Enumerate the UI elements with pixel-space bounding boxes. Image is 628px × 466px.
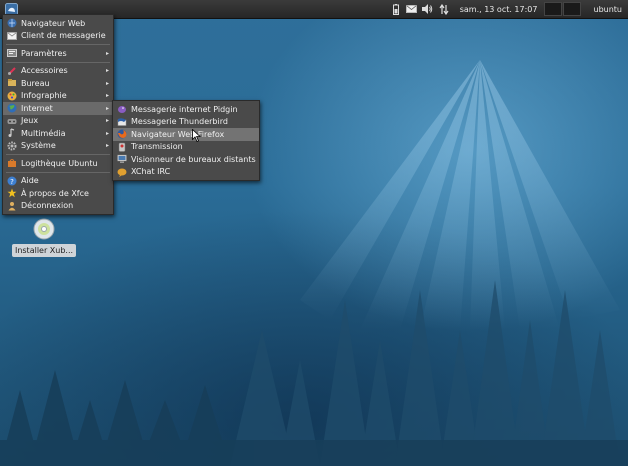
chevron-right-icon: ▸ [105, 117, 109, 125]
menu-item-multimedia[interactable]: Multimédia ▸ [3, 127, 113, 140]
menu-item-logout[interactable]: Déconnexion [3, 200, 113, 213]
accessories-icon [7, 66, 17, 76]
menu-item-system[interactable]: Système ▸ [3, 140, 113, 153]
menu-item-accessories[interactable]: Accessoires ▸ [3, 65, 113, 78]
system-icon [7, 141, 17, 151]
panel-user-name[interactable]: ubuntu [594, 5, 623, 14]
thunderbird-icon [117, 117, 127, 127]
applications-menu: Navigateur Web Client de messagerie Para… [2, 14, 114, 215]
games-icon [7, 116, 17, 126]
graphics-icon [7, 91, 17, 101]
internet-submenu: Messagerie internet Pidgin Messagerie Th… [112, 100, 260, 181]
internet-icon [7, 103, 17, 113]
chevron-right-icon: ▸ [105, 129, 109, 137]
menu-item-internet[interactable]: Internet ▸ [3, 102, 113, 115]
desktop-icon-installer[interactable]: Installer Xub... [11, 218, 77, 257]
svg-text:?: ? [10, 178, 14, 186]
mouse-pointer-icon [192, 129, 201, 142]
menu-item-web-browser[interactable]: Navigateur Web [3, 17, 113, 30]
workspace-2[interactable] [562, 2, 581, 16]
battery-icon[interactable] [390, 3, 402, 15]
menu-item-help[interactable]: ? Aide [3, 175, 113, 188]
about-icon [7, 188, 17, 198]
chevron-right-icon: ▸ [105, 67, 109, 75]
mail-client-icon [7, 31, 17, 41]
chevron-right-icon: ▸ [105, 104, 109, 112]
remote-desktop-icon [117, 154, 127, 164]
web-browser-icon [7, 18, 17, 28]
menu-item-settings[interactable]: Paramètres ▸ [3, 47, 113, 60]
menu-item-transmission[interactable]: Transmission [113, 141, 259, 154]
software-center-icon [7, 158, 17, 168]
menu-item-xchat[interactable]: XChat IRC [113, 166, 259, 179]
mail-icon[interactable] [406, 3, 418, 15]
pidgin-icon [117, 104, 127, 114]
menu-separator [6, 171, 110, 173]
chevron-right-icon: ▸ [105, 49, 109, 57]
xchat-icon [117, 167, 127, 177]
chevron-right-icon: ▸ [105, 92, 109, 100]
menu-item-thunderbird[interactable]: Messagerie Thunderbird [113, 116, 259, 129]
desktop-icon-label: Installer Xub... [11, 244, 77, 257]
multimedia-icon [7, 128, 17, 138]
network-icon[interactable] [438, 3, 450, 15]
chevron-right-icon: ▸ [105, 142, 109, 150]
logout-icon [7, 201, 17, 211]
menu-item-pidgin[interactable]: Messagerie internet Pidgin [113, 103, 259, 116]
help-icon: ? [7, 176, 17, 186]
menu-item-software-center[interactable]: Logithèque Ubuntu [3, 157, 113, 170]
firefox-icon [117, 129, 127, 139]
settings-icon [7, 48, 17, 58]
cd-disc-icon [33, 218, 55, 240]
desktop[interactable]: sam., 13 oct. 17:07 ubuntu Installer Xub… [0, 0, 628, 466]
menu-item-remote-desktop[interactable]: Visionneur de bureaux distants [113, 153, 259, 166]
menu-item-games[interactable]: Jeux ▸ [3, 115, 113, 128]
chevron-right-icon: ▸ [105, 79, 109, 87]
menu-separator [6, 44, 110, 45]
office-icon [7, 78, 17, 88]
panel-clock[interactable]: sam., 13 oct. 17:07 [460, 5, 538, 14]
menu-item-mail-client[interactable]: Client de messagerie [3, 30, 113, 43]
workspace-1[interactable] [543, 2, 562, 16]
menu-item-about-xfce[interactable]: À propos de Xfce [3, 187, 113, 200]
menu-item-firefox[interactable]: Navigateur Web Firefox [113, 128, 259, 141]
menu-separator [6, 61, 110, 63]
transmission-icon [117, 142, 127, 152]
menu-separator [6, 154, 110, 155]
menu-item-graphics[interactable]: Infographie ▸ [3, 90, 113, 103]
menu-item-office[interactable]: Bureau ▸ [3, 77, 113, 90]
volume-icon[interactable] [422, 3, 434, 15]
